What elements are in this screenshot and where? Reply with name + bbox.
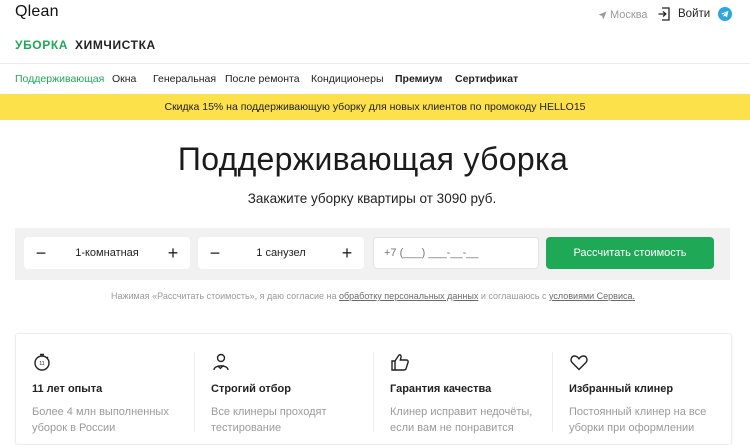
thumbs-up-icon xyxy=(391,354,409,371)
telegram-icon xyxy=(718,7,732,21)
promo-text: Скидка 15% на поддерживающую уборку для … xyxy=(164,101,586,113)
logo[interactable]: Qlean xyxy=(15,3,59,21)
page-subtitle: Закажите уборку квартиры от 3090 руб. xyxy=(247,191,497,206)
calculate-price-button[interactable]: Рассчитать стоимость xyxy=(546,237,714,269)
service-terms-link[interactable]: условиями Сервиса. xyxy=(549,291,635,301)
feature-title: Избранный клинер xyxy=(569,383,674,395)
rooms-value: 1-комнатная xyxy=(75,247,139,259)
city-label: Москва xyxy=(610,9,648,21)
subnav-item-certificate[interactable]: Сертификат xyxy=(455,73,518,85)
subnav-item-after-repair[interactable]: После ремонта xyxy=(225,73,300,85)
location-arrow-icon xyxy=(598,10,607,20)
personal-data-link[interactable]: обработку персональных данных xyxy=(339,291,478,301)
feature-card: Строгий отбор Все клинеры проходят тести… xyxy=(195,334,374,444)
feature-description: Постоянный клинер на все уборки при офор… xyxy=(569,406,707,434)
order-form: − 1-комнатная + − 1 санузел + Рассчитать… xyxy=(15,228,730,280)
header-divider xyxy=(0,63,750,64)
feature-description: Клинер исправит недочёты, если вам не по… xyxy=(390,406,533,434)
bathrooms-value: 1 санузел xyxy=(256,247,306,259)
bathrooms-increment-button[interactable]: + xyxy=(340,244,354,262)
feature-title: Строгий отбор xyxy=(211,383,291,395)
service-tab-drycleaning[interactable]: ХИМЧИСТКА xyxy=(75,38,156,52)
subnav-item-conditioners[interactable]: Кондиционеры xyxy=(311,73,384,85)
rooms-decrement-button[interactable]: − xyxy=(34,244,48,262)
consent-text: Нажимая «Рассчитать стоимость», я даю со… xyxy=(0,291,746,301)
bathrooms-stepper: − 1 санузел + xyxy=(198,237,364,269)
rooms-increment-button[interactable]: + xyxy=(166,244,180,262)
subnav-item-general[interactable]: Генеральная xyxy=(153,73,216,85)
page-title: Поддерживающая уборка xyxy=(177,141,569,177)
feature-title: 11 лет опыта xyxy=(32,383,103,395)
login-label: Войти xyxy=(678,8,711,20)
promo-banner[interactable]: Скидка 15% на поддерживающую уборку для … xyxy=(0,94,750,120)
timer-icon: 11 xyxy=(34,353,50,371)
rooms-stepper: − 1-комнатная + xyxy=(24,237,190,269)
feature-card: 11 11 лет опыта Более 4 млн выполненных … xyxy=(16,334,195,444)
consent-prefix: Нажимая «Рассчитать стоимость», я даю со… xyxy=(111,291,337,301)
city-selector[interactable]: Москва xyxy=(598,9,648,21)
header: Qlean Москва Войти УБОРКА ХИМЧИСТКА xyxy=(0,0,750,64)
service-tab-cleaning[interactable]: УБОРКА xyxy=(15,38,68,52)
svg-text:11: 11 xyxy=(39,361,44,367)
consent-middle: и соглашаюсь с xyxy=(480,291,547,301)
subnav-item-regular[interactable]: Поддерживающая xyxy=(15,73,104,85)
feature-card: Гарантия качества Клинер исправит недочё… xyxy=(374,334,553,444)
login-button[interactable]: Войти xyxy=(658,7,710,21)
login-icon xyxy=(658,7,670,21)
feature-description: Все клинеры проходят тестирование xyxy=(211,406,327,434)
subnav-item-windows[interactable]: Окна xyxy=(112,73,136,85)
features-panel: 11 11 лет опыта Более 4 млн выполненных … xyxy=(15,333,732,445)
person-check-icon xyxy=(213,353,229,371)
phone-input[interactable] xyxy=(373,237,539,269)
heart-icon xyxy=(570,355,588,371)
subnav-item-premium[interactable]: Премиум xyxy=(395,73,442,85)
feature-title: Гарантия качества xyxy=(390,383,492,395)
feature-description: Более 4 млн выполненных уборок в России xyxy=(32,406,169,434)
bathrooms-decrement-button[interactable]: − xyxy=(208,244,222,262)
feature-card: Избранный клинер Постоянный клинер на вс… xyxy=(553,334,732,444)
telegram-link[interactable] xyxy=(718,7,732,26)
